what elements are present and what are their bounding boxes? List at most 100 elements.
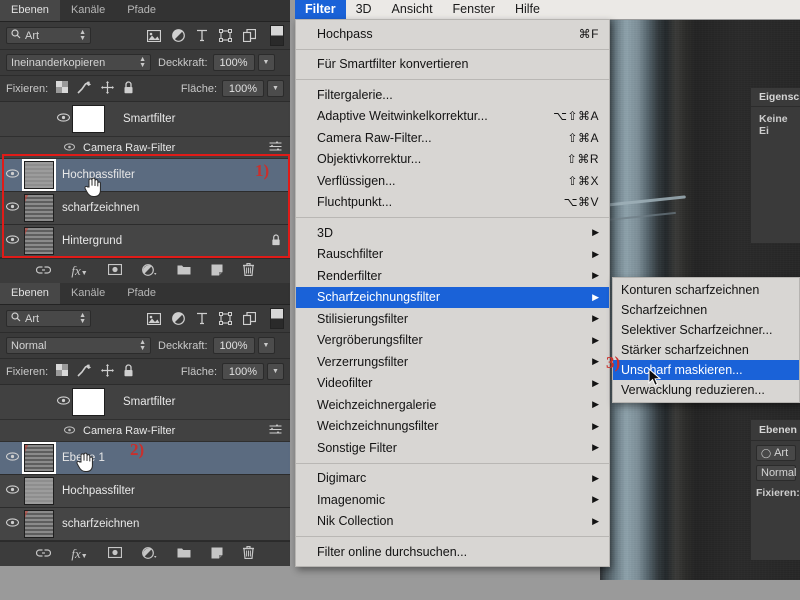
layer-thumbnail[interactable] xyxy=(22,442,56,474)
tab-pfade-top[interactable]: Pfade xyxy=(116,0,167,21)
menu-item-videofilter[interactable]: Videofilter ▶ xyxy=(296,373,609,395)
layer-filter-select-bottom[interactable]: Art ▲ ▼ xyxy=(6,310,91,327)
submenu-item-staerker-scharfzeichnen[interactable]: Stärker scharfzeichnen xyxy=(613,340,799,360)
eye-icon[interactable] xyxy=(64,425,75,437)
layer-thumbnail[interactable] xyxy=(22,159,56,191)
blend-mode-select-top[interactable]: Ineinanderkopieren ▲ ▼ xyxy=(6,54,151,71)
layer-thumbnail[interactable] xyxy=(24,477,54,505)
smart-filter-row-top[interactable]: Smartfilter xyxy=(0,102,290,137)
submenu-item-verwacklung-reduzieren[interactable]: Verwacklung reduzieren... xyxy=(613,380,799,400)
submenu-item-unscharf-maskieren[interactable]: Unscharf maskieren... xyxy=(613,360,799,380)
eye-icon[interactable] xyxy=(54,396,72,408)
shape-filter-icon[interactable] xyxy=(219,312,232,325)
menu-item-adaptive-weitwinkelkorrektur[interactable]: Adaptive Weitwinkelkorrektur... ⌥⇧⌘A xyxy=(296,106,609,128)
opacity-value-top[interactable]: 100% xyxy=(212,54,255,71)
transparency-lock-icon[interactable] xyxy=(56,364,69,379)
menu-hilfe[interactable]: Hilfe xyxy=(505,0,550,19)
menu-item-rauschfilter[interactable]: Rauschfilter ▶ xyxy=(296,244,609,266)
image-filter-icon[interactable] xyxy=(147,312,161,325)
smart-filter-row-bottom[interactable]: Smartfilter xyxy=(0,385,290,420)
menu-item-weichzeichnergalerie[interactable]: Weichzeichnergalerie ▶ xyxy=(296,394,609,416)
tab-kanaele-top[interactable]: Kanäle xyxy=(60,0,116,21)
right-layers-filter-select[interactable]: ◯ Art xyxy=(756,445,796,461)
layer-row[interactable]: scharfzeichnen xyxy=(0,508,290,541)
type-filter-icon[interactable] xyxy=(196,312,208,325)
menu-item-digimarc[interactable]: Digimarc ▶ xyxy=(296,468,609,490)
image-lock-icon[interactable] xyxy=(77,363,92,380)
layer-thumbnail[interactable] xyxy=(24,510,54,538)
position-lock-icon[interactable] xyxy=(101,363,115,380)
layer-row[interactable]: Hochpassfilter xyxy=(0,159,290,192)
new-layer-icon[interactable] xyxy=(211,547,223,562)
layer-style-fx-icon[interactable]: fx▼ xyxy=(71,546,87,562)
fill-value-top[interactable]: 100% xyxy=(222,80,264,97)
layer-thumbnail[interactable] xyxy=(24,227,54,255)
blend-mode-select-bottom[interactable]: Normal ▲ ▼ xyxy=(6,337,151,354)
transparency-lock-icon[interactable] xyxy=(56,81,69,96)
eye-icon[interactable] xyxy=(64,142,75,154)
new-layer-icon[interactable] xyxy=(211,264,223,279)
menu-item-verzerrungsfilter[interactable]: Verzerrungsfilter ▶ xyxy=(296,351,609,373)
submenu-item-konturen-scharfzeichnen[interactable]: Konturen scharfzeichnen xyxy=(613,280,799,300)
adjustment-filter-icon[interactable] xyxy=(172,29,185,42)
position-lock-icon[interactable] xyxy=(101,80,115,97)
layer-mask-icon[interactable] xyxy=(107,263,122,278)
delete-layer-icon[interactable] xyxy=(242,262,254,279)
layer-thumbnail[interactable] xyxy=(24,194,54,222)
menu-filter[interactable]: Filter xyxy=(295,0,346,19)
menu-item-fluchtpunkt[interactable]: Fluchtpunkt... ⌥⌘V xyxy=(296,192,609,214)
new-group-icon[interactable] xyxy=(177,547,191,561)
menu-item-verfluessigen[interactable]: Verflüssigen... ⇧⌘X xyxy=(296,170,609,192)
menu-fenster[interactable]: Fenster xyxy=(443,0,505,19)
smart-filter-mask-thumbnail[interactable] xyxy=(72,105,105,133)
menu-item-renderfilter[interactable]: Renderfilter ▶ xyxy=(296,265,609,287)
opacity-value-bottom[interactable]: 100% xyxy=(212,337,255,354)
all-lock-icon[interactable] xyxy=(123,363,134,380)
smartobject-filter-icon[interactable] xyxy=(243,29,256,42)
menu-item-3d[interactable]: 3D ▶ xyxy=(296,222,609,244)
layer-row[interactable]: scharfzeichnen xyxy=(0,192,290,225)
menu-item-stilisierungsfilter[interactable]: Stilisierungsfilter ▶ xyxy=(296,308,609,330)
eye-icon[interactable] xyxy=(54,113,72,125)
filter-settings-icon[interactable] xyxy=(269,140,282,155)
menu-item-objektivkorrektur[interactable]: Objektivkorrektur... ⇧⌘R xyxy=(296,149,609,171)
menu-item-sonstige-filter[interactable]: Sonstige Filter ▶ xyxy=(296,437,609,459)
menu-item-vergroeberungsfilter[interactable]: Vergröberungsfilter ▶ xyxy=(296,330,609,352)
eye-icon[interactable] xyxy=(0,485,24,497)
submenu-item-selektiver-scharfzeichner[interactable]: Selektiver Scharfzeichner... xyxy=(613,320,799,340)
menu-ansicht[interactable]: Ansicht xyxy=(382,0,443,19)
eye-icon[interactable] xyxy=(0,169,24,181)
layer-filter-select-top[interactable]: Art ▲ ▼ xyxy=(6,27,91,44)
menu-3d[interactable]: 3D xyxy=(346,0,382,19)
right-layers-blend-select[interactable]: Normal xyxy=(756,465,796,481)
menu-item-filtergalerie[interactable]: Filtergalerie... xyxy=(296,84,609,106)
menu-item-imagenomic[interactable]: Imagenomic ▶ xyxy=(296,489,609,511)
layer-mask-icon[interactable] xyxy=(107,546,122,561)
menu-item-scharfzeichnungsfilter[interactable]: Scharfzeichnungsfilter ▶ xyxy=(296,286,609,308)
filter-settings-icon[interactable] xyxy=(269,423,282,438)
adjustment-filter-icon[interactable] xyxy=(172,312,185,325)
link-layers-icon[interactable] xyxy=(36,548,52,561)
menu-item-filter-online-durchsuchen[interactable]: Filter online durchsuchen... xyxy=(296,541,609,563)
menu-item-weichzeichnungsfilter[interactable]: Weichzeichnungsfilter ▶ xyxy=(296,416,609,438)
menu-item-camera-raw-filter[interactable]: Camera Raw-Filter... ⇧⌘A xyxy=(296,127,609,149)
eye-icon[interactable] xyxy=(0,452,24,464)
opacity-stepper-bottom[interactable]: ▼ xyxy=(257,337,275,354)
tab-kanaele-bottom[interactable]: Kanäle xyxy=(60,283,116,304)
menu-item-nik-collection[interactable]: Nik Collection ▶ xyxy=(296,511,609,533)
fill-value-bottom[interactable]: 100% xyxy=(222,363,264,380)
menu-item-hochpass[interactable]: Hochpass ⌘F xyxy=(296,23,609,45)
fill-stepper-top[interactable]: ▼ xyxy=(267,80,284,97)
fill-stepper-bottom[interactable]: ▼ xyxy=(267,363,284,380)
opacity-stepper-top[interactable]: ▼ xyxy=(257,54,275,71)
smartobject-filter-icon[interactable] xyxy=(243,312,256,325)
shape-filter-icon[interactable] xyxy=(219,29,232,42)
delete-layer-icon[interactable] xyxy=(242,545,254,562)
new-group-icon[interactable] xyxy=(177,264,191,278)
camera-raw-filter-row-top[interactable]: Camera Raw-Filter xyxy=(0,137,290,159)
filter-toggle-switch[interactable] xyxy=(270,308,284,329)
menu-item-fuer-smartfilter-konvertieren[interactable]: Für Smartfilter konvertieren xyxy=(296,54,609,76)
submenu-item-scharfzeichnen[interactable]: Scharfzeichnen xyxy=(613,300,799,320)
layer-row[interactable]: Ebene 1 xyxy=(0,442,290,475)
image-filter-icon[interactable] xyxy=(147,29,161,42)
